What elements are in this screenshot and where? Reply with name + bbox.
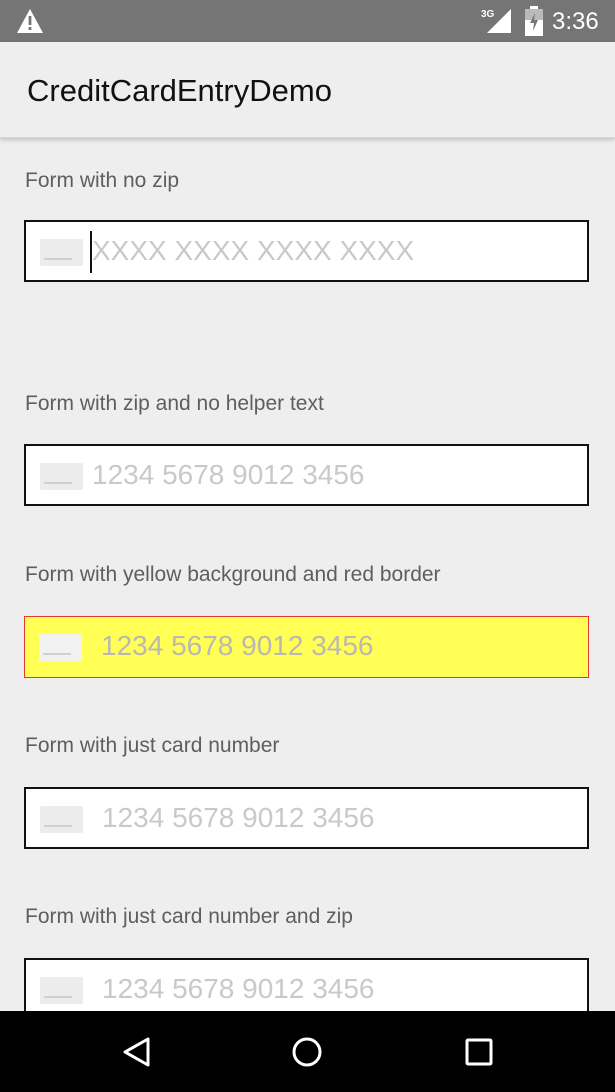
- warning-icon: [17, 9, 43, 33]
- form-label-yellow-red: Form with yellow background and red bord…: [25, 563, 441, 586]
- signal-3g-icon: 3G: [481, 9, 511, 33]
- card-number-placeholder[interactable]: 1234 5678 9012 3456: [101, 630, 374, 662]
- app-bar: CreditCardEntryDemo: [0, 42, 615, 138]
- form-label-zip-no-helper: Form with zip and no helper text: [25, 392, 324, 415]
- home-icon[interactable]: [290, 1035, 324, 1069]
- form-label-just-card-number: Form with just card number: [25, 734, 280, 757]
- card-number-placeholder[interactable]: 1234 5678 9012 3456: [102, 973, 375, 1005]
- battery-icon: [525, 6, 543, 36]
- card-entry-just-card-number[interactable]: 1234 5678 9012 3456: [24, 787, 589, 849]
- card-entry-zip-no-helper[interactable]: 1234 5678 9012 3456: [24, 444, 589, 506]
- svg-text:3G: 3G: [481, 9, 495, 20]
- status-time: 3:36: [552, 8, 599, 35]
- screen: 3G 3:36 CreditCardEntryDemo Form with no…: [0, 0, 615, 1092]
- recents-icon[interactable]: [462, 1035, 496, 1069]
- status-bar: 3G 3:36: [0, 0, 615, 42]
- credit-card-icon: [40, 977, 83, 1004]
- card-entry-no-zip[interactable]: XXXX XXXX XXXX XXXX: [24, 220, 589, 282]
- app-title: CreditCardEntryDemo: [27, 73, 332, 108]
- credit-card-icon: [39, 634, 82, 661]
- navigation-bar: [0, 1011, 615, 1092]
- form-label-no-zip: Form with no zip: [25, 169, 180, 192]
- card-number-placeholder[interactable]: 1234 5678 9012 3456: [102, 802, 375, 834]
- credit-card-icon: [40, 239, 83, 266]
- credit-card-icon: [40, 806, 83, 833]
- card-number-placeholder[interactable]: XXXX XXXX XXXX XXXX: [92, 235, 414, 267]
- card-number-placeholder[interactable]: 1234 5678 9012 3456: [92, 459, 365, 491]
- back-icon[interactable]: [120, 1035, 154, 1069]
- form-label-card-number-and-zip: Form with just card number and zip: [25, 905, 353, 928]
- card-entry-yellow-red[interactable]: 1234 5678 9012 3456: [24, 616, 589, 678]
- credit-card-icon: [40, 463, 83, 490]
